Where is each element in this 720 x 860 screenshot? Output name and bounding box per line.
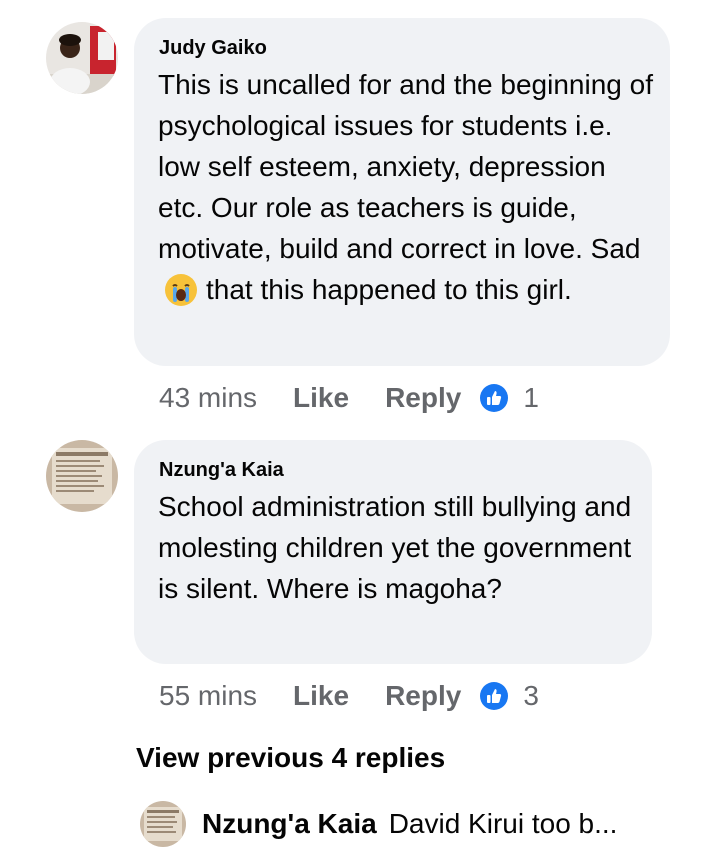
profile-photo-icon	[46, 440, 118, 512]
comment-timestamp[interactable]: 55 mins	[159, 680, 257, 712]
comment-actions: 43 mins Like Reply 1	[159, 380, 539, 416]
profile-photo-icon	[140, 801, 186, 847]
reaction-count: 1	[523, 382, 539, 413]
reply-snippet: David Kirui too b...	[388, 808, 618, 839]
comment-text-part: This is uncalled for and the beginning o…	[158, 69, 653, 264]
comment-author[interactable]: Nzung'a Kaia	[159, 458, 284, 482]
reaction-summary[interactable]: 1	[479, 382, 539, 414]
comment-text: School administration still bullying and…	[158, 491, 632, 604]
view-previous-replies-link[interactable]: View previous 4 replies	[136, 740, 445, 776]
like-icon	[479, 681, 509, 711]
reply-author[interactable]: Nzung'a Kaia	[202, 808, 377, 840]
profile-photo-icon	[46, 22, 118, 94]
crying-face-icon	[164, 273, 198, 307]
reply-button[interactable]: Reply	[385, 680, 461, 712]
comment-actions: 55 mins Like Reply 3	[159, 678, 539, 714]
avatar[interactable]	[46, 22, 118, 94]
avatar[interactable]	[140, 801, 186, 847]
like-icon	[479, 383, 509, 413]
reply-preview[interactable]: Nzung'a Kaia David Kirui too b...	[140, 800, 700, 848]
avatar[interactable]	[46, 440, 118, 512]
like-button[interactable]: Like	[293, 680, 349, 712]
like-button[interactable]: Like	[293, 382, 349, 414]
comment-text-part: that this happened to this girl.	[206, 274, 572, 305]
reply-button[interactable]: Reply	[385, 382, 461, 414]
reaction-count: 3	[523, 680, 539, 711]
reaction-summary[interactable]: 3	[479, 680, 539, 712]
comment-timestamp[interactable]: 43 mins	[159, 382, 257, 414]
comment-text: This is uncalled for and the beginning o…	[158, 64, 654, 310]
comment-author[interactable]: Judy Gaiko	[159, 36, 267, 60]
